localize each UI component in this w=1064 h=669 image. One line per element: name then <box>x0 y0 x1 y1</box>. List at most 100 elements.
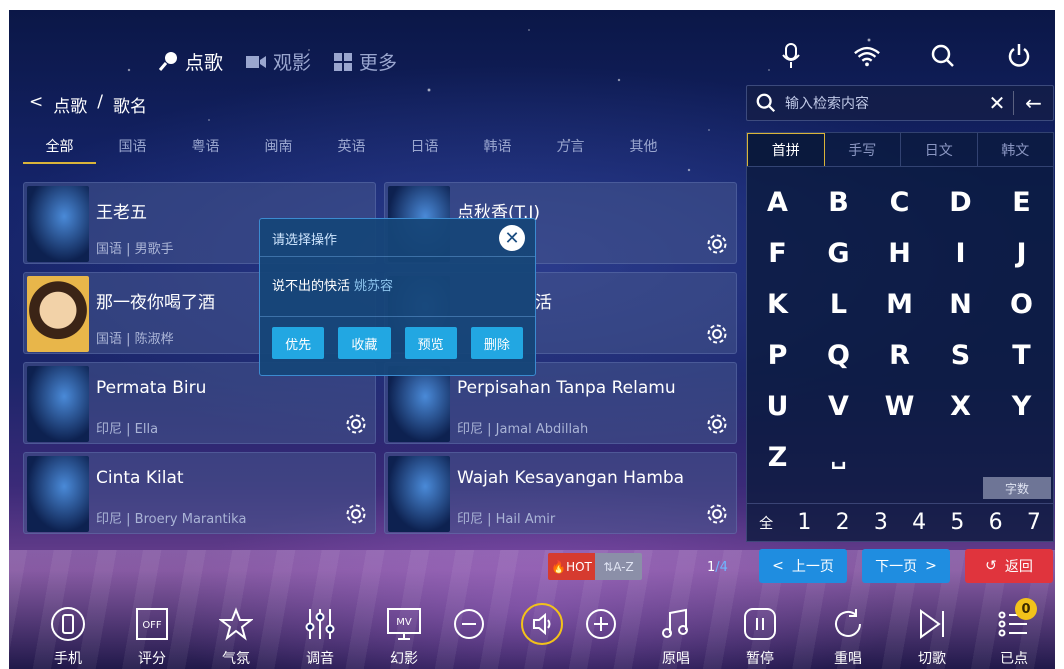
breadcrumb-root[interactable]: 点歌 <box>53 92 87 117</box>
digit-key-all[interactable]: 全 <box>747 513 785 533</box>
letter-key[interactable]: F <box>747 228 808 279</box>
volume-up-button[interactable] <box>581 606 621 642</box>
letter-key[interactable]: O <box>991 279 1052 330</box>
letter-key[interactable]: Y <box>991 381 1052 432</box>
wifi-icon[interactable] <box>853 42 881 70</box>
letter-key[interactable]: I <box>930 228 991 279</box>
letter-key[interactable]: D <box>930 177 991 228</box>
category-tab-english[interactable]: 英语 <box>315 136 388 164</box>
volume-down-button[interactable] <box>449 606 489 642</box>
prev-page-button[interactable]: < 上一页 <box>759 549 847 583</box>
favorite-button[interactable]: 收藏 <box>338 327 391 359</box>
sort-az-button[interactable]: ⇅ A-Z <box>595 553 642 580</box>
category-tab-minnan[interactable]: 闽南 <box>242 136 315 164</box>
close-icon[interactable]: ✕ <box>499 225 525 251</box>
gear-icon[interactable] <box>706 323 728 345</box>
power-icon[interactable] <box>1005 42 1033 70</box>
digit-key[interactable]: 3 <box>862 510 900 535</box>
song-title: 那一夜你喝了酒 <box>96 293 215 313</box>
gear-icon[interactable] <box>345 413 367 435</box>
category-tab-dialect[interactable]: 方言 <box>534 136 607 164</box>
phone-button[interactable]: 手机 <box>33 606 103 668</box>
letter-key[interactable]: X <box>930 381 991 432</box>
letter-key[interactable]: R <box>869 330 930 381</box>
category-tab-japanese[interactable]: 日语 <box>388 136 461 164</box>
tab-initials[interactable]: 首拼 <box>747 133 825 166</box>
tab-movies[interactable]: 观影 <box>245 48 311 75</box>
pause-button[interactable]: 暂停 <box>725 606 795 668</box>
back-chevron-icon[interactable]: < <box>29 92 43 117</box>
gear-icon[interactable] <box>706 413 728 435</box>
atmosphere-button[interactable]: 气氛 <box>201 606 271 668</box>
delete-button[interactable]: 删除 <box>470 327 523 359</box>
letter-key[interactable]: J <box>991 228 1052 279</box>
digit-key[interactable]: 6 <box>977 510 1015 535</box>
letter-key[interactable]: C <box>869 177 930 228</box>
letter-key[interactable]: M <box>869 279 930 330</box>
gear-icon[interactable] <box>345 503 367 525</box>
skip-next-icon <box>914 606 950 642</box>
tuning-button[interactable]: 调音 <box>285 606 355 668</box>
clear-icon[interactable]: ✕ <box>981 91 1013 115</box>
tab-handwriting[interactable]: 手写 <box>825 133 901 166</box>
search-input[interactable]: 输入检索内容 <box>785 93 981 113</box>
replay-button[interactable]: 重唱 <box>813 606 883 668</box>
letter-key[interactable]: U <box>747 381 808 432</box>
category-tab-korean[interactable]: 韩语 <box>461 136 534 164</box>
letter-key[interactable]: Q <box>808 330 869 381</box>
skip-button[interactable]: 切歌 <box>897 606 967 668</box>
gear-icon[interactable] <box>706 503 728 525</box>
song-card[interactable]: Cinta Kilat 印尼 | Broery Marantika <box>23 452 376 534</box>
tab-more[interactable]: 更多 <box>333 48 397 75</box>
letter-key[interactable]: Z <box>747 432 808 483</box>
preview-button[interactable]: 预览 <box>404 327 457 359</box>
letter-key[interactable]: H <box>869 228 930 279</box>
top-nav: 点歌 观影 更多 <box>157 48 397 75</box>
letter-key[interactable]: P <box>747 330 808 381</box>
char-count-button[interactable]: 字数 <box>983 477 1051 499</box>
digit-key[interactable]: 4 <box>900 510 938 535</box>
letter-key[interactable]: E <box>991 177 1052 228</box>
letter-key[interactable]: W <box>869 381 930 432</box>
song-card[interactable]: Wajah Kesayangan Hamba 印尼 | Hail Amir <box>384 452 737 534</box>
search-icon[interactable] <box>929 42 957 70</box>
category-tab-cantonese[interactable]: 粤语 <box>169 136 242 164</box>
letter-key[interactable]: T <box>991 330 1052 381</box>
tab-song-request[interactable]: 点歌 <box>157 48 223 75</box>
letter-key[interactable]: N <box>930 279 991 330</box>
gear-icon[interactable] <box>706 233 728 255</box>
karaoke-screen: 点歌 观影 更多 < 点歌 / 歌名 全部 国语 粤语 闽南 英语 日语 韩语 … <box>9 10 1055 669</box>
letter-key[interactable]: B <box>808 177 869 228</box>
score-button[interactable]: OFF 评分 <box>117 606 187 668</box>
priority-button[interactable]: 优先 <box>272 327 325 359</box>
category-tab-mandarin[interactable]: 国语 <box>96 136 169 164</box>
category-tab-all[interactable]: 全部 <box>23 136 96 164</box>
tab-korean[interactable]: 韩文 <box>978 133 1054 166</box>
digit-key[interactable]: 2 <box>824 510 862 535</box>
letter-key[interactable]: G <box>808 228 869 279</box>
digit-key[interactable]: 7 <box>1015 510 1053 535</box>
letter-key[interactable]: S <box>930 330 991 381</box>
pause-icon <box>742 606 778 642</box>
original-vocal-button[interactable]: 原唱 <box>641 606 711 668</box>
return-button[interactable]: ↺ 返回 <box>965 549 1053 583</box>
next-page-button[interactable]: 下一页 > <box>862 549 950 583</box>
song-meta: 国语 | 陈淑桦 <box>96 332 174 347</box>
letter-key[interactable]: V <box>808 381 869 432</box>
category-tab-other[interactable]: 其他 <box>607 136 680 164</box>
queued-songs-button[interactable]: 0 已点 <box>979 598 1049 668</box>
letter-key[interactable]: L <box>808 279 869 330</box>
minus-circle-icon <box>451 606 487 642</box>
volume-button[interactable] <box>517 603 567 646</box>
digit-key[interactable]: 1 <box>785 510 823 535</box>
space-key[interactable]: ␣ <box>808 432 869 483</box>
letter-key[interactable]: A <box>747 177 808 228</box>
backspace-icon[interactable]: ← <box>1013 91 1053 115</box>
voice-mic-icon[interactable] <box>777 42 805 70</box>
tab-japanese[interactable]: 日文 <box>901 133 978 166</box>
sort-hot-button[interactable]: 🔥 HOT <box>548 553 595 580</box>
digit-key[interactable]: 5 <box>938 510 976 535</box>
mv-button[interactable]: MV 幻影 <box>369 606 439 668</box>
letter-key[interactable]: K <box>747 279 808 330</box>
song-meta: 印尼 | Hail Amir <box>457 512 556 527</box>
